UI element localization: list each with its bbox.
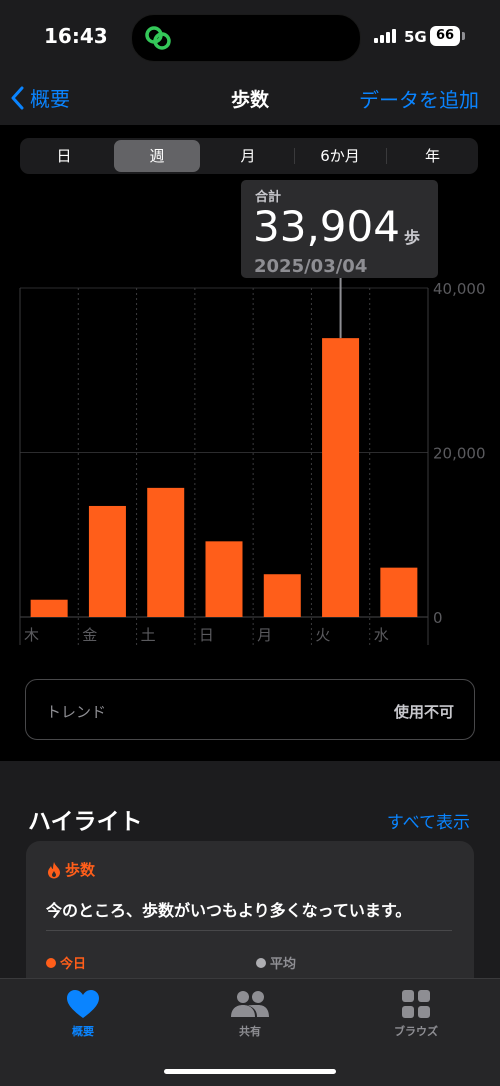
- x-tick-label: 火: [315, 626, 330, 644]
- tooltip-value: 33,904: [253, 202, 400, 251]
- tooltip-unit: 歩: [404, 228, 421, 247]
- average-dot: [256, 957, 266, 968]
- grid-icon: [402, 990, 430, 1018]
- tab-browse[interactable]: ブラウズ: [361, 989, 471, 1039]
- trend-status: 使用不可: [393, 703, 454, 721]
- status-time: 16:43: [44, 24, 108, 48]
- highlight-category-label: 歩数: [65, 861, 96, 879]
- y-tick-label: 20,000: [433, 445, 486, 463]
- bar-5: [322, 338, 360, 617]
- period-segmented-control: 日 週 月 6か月 年: [20, 138, 478, 174]
- network-type: 5G: [404, 28, 427, 46]
- bar-3: [205, 541, 243, 617]
- heart-icon: [67, 990, 99, 1018]
- card-divider: [46, 930, 452, 931]
- tooltip-date: 2025/03/04: [254, 256, 368, 277]
- segment-day[interactable]: 日: [20, 138, 108, 174]
- home-indicator: [164, 1069, 336, 1074]
- selection-tooltip: 合計 33,904 歩 2025/03/04: [241, 180, 438, 278]
- highlight-category: 歩数: [46, 859, 95, 880]
- bar-2: [147, 487, 185, 617]
- people-icon: [231, 991, 269, 1017]
- tab-summary[interactable]: 概要: [28, 989, 138, 1039]
- flame-icon: [48, 861, 60, 878]
- segment-month[interactable]: 月: [204, 138, 292, 174]
- tab-browse-label: ブラウズ: [394, 1025, 438, 1038]
- highlight-text: 今のところ、歩数がいつもより多くなっています。: [46, 901, 412, 920]
- legend-average-label: 平均: [270, 957, 297, 972]
- x-tick-label: 日: [199, 626, 214, 644]
- segment-week[interactable]: 週: [114, 140, 200, 172]
- trend-row[interactable]: トレンド 使用不可: [25, 679, 475, 740]
- y-tick-label: 40,000: [433, 280, 486, 298]
- show-all-button[interactable]: すべて表示: [387, 808, 470, 833]
- x-tick-label: 月: [257, 626, 272, 644]
- highlights-title: ハイライト: [28, 809, 143, 835]
- bar-0: [30, 599, 68, 617]
- legend-average: 平均: [256, 953, 296, 972]
- segment-year[interactable]: 年: [387, 138, 478, 174]
- x-tick-label: 金: [82, 626, 97, 644]
- legend-today-label: 今日: [60, 957, 87, 972]
- bar-1: [88, 505, 126, 617]
- trend-label: トレンド: [46, 703, 107, 721]
- x-tick-label: 土: [141, 626, 156, 644]
- x-tick-label: 水: [374, 626, 389, 644]
- tab-summary-label: 概要: [72, 1025, 94, 1038]
- link-icon: [145, 26, 171, 50]
- tab-sharing[interactable]: 共有: [195, 989, 305, 1039]
- bar-4: [263, 574, 301, 617]
- battery-icon: 66: [430, 26, 460, 46]
- segment-six-months[interactable]: 6か月: [295, 138, 385, 174]
- today-dot: [46, 957, 56, 968]
- y-tick-label: 0: [433, 609, 443, 627]
- tab-sharing-label: 共有: [239, 1025, 261, 1038]
- dynamic-island: [131, 14, 361, 62]
- add-data-button[interactable]: データを追加: [359, 84, 479, 113]
- bar-6: [380, 567, 418, 617]
- x-tick-label: 木: [24, 626, 39, 644]
- battery-cap: [462, 32, 465, 40]
- steps-chart[interactable]: 0 20,000 40,000 木 金 土 日 月 火 水: [0, 270, 500, 660]
- legend-today: 今日: [46, 953, 86, 972]
- cellular-signal-icon: [374, 29, 396, 43]
